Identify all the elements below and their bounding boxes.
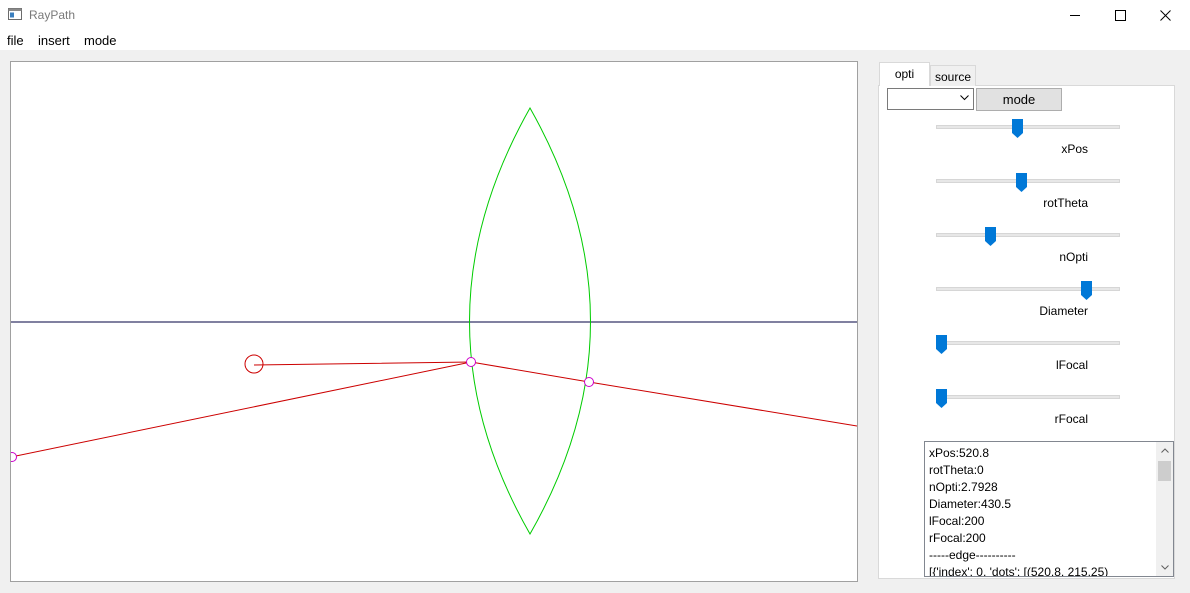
- close-button[interactable]: [1142, 0, 1188, 30]
- scroll-thumb[interactable]: [1158, 461, 1171, 481]
- minimize-icon: [1069, 14, 1080, 16]
- slider-label-rFocal: rFocal: [1054, 412, 1088, 426]
- scroll-down-button[interactable]: [1156, 559, 1173, 576]
- slider-label-lFocal: lFocal: [1055, 358, 1088, 372]
- slider-thumb-nOpti[interactable]: [985, 227, 997, 246]
- menu-insert[interactable]: insert: [38, 33, 70, 48]
- chevron-down-icon: [1160, 565, 1169, 570]
- scroll-up-button[interactable]: [1156, 442, 1173, 459]
- canvas-drawing: [11, 106, 857, 536]
- menu-mode[interactable]: mode: [84, 33, 117, 48]
- slider-thumb-xPos[interactable]: [1012, 119, 1024, 138]
- tab-source[interactable]: source: [930, 65, 976, 86]
- slider-track-lFocal[interactable]: [936, 341, 1120, 345]
- mode-button[interactable]: mode: [976, 88, 1062, 111]
- info-line: -----edge----------: [929, 548, 1016, 562]
- info-line: Diameter:430.5: [929, 497, 1012, 511]
- lens-shape[interactable]: [469, 106, 591, 536]
- slider-track-xPos[interactable]: [936, 125, 1120, 129]
- intersection-dot: [466, 357, 476, 367]
- slider-track-Diameter[interactable]: [936, 287, 1120, 291]
- slider-label-xPos: xPos: [1061, 142, 1088, 156]
- menu-file[interactable]: file: [7, 33, 24, 48]
- light-source-marker[interactable]: [244, 354, 264, 374]
- info-line: xPos:520.8: [929, 446, 990, 460]
- info-line: lFocal:200: [929, 514, 985, 528]
- info-line: rFocal:200: [929, 531, 986, 545]
- ray-path-reflected: [11, 361, 472, 458]
- maximize-button[interactable]: [1097, 0, 1143, 30]
- intersection-dot: [11, 452, 17, 462]
- info-line: [{'index': 0, 'dots': [(520.8, 215.25): [929, 565, 1109, 577]
- minimize-button[interactable]: [1052, 0, 1098, 30]
- info-textbox[interactable]: xPos:520.8 rotTheta:0 nOpti:2.7928 Diameter…: [924, 441, 1174, 577]
- slider-thumb-lFocal[interactable]: [936, 335, 947, 354]
- info-line: rotTheta:0: [929, 463, 984, 477]
- maximize-icon: [1114, 9, 1126, 21]
- info-lines: xPos:520.8 rotTheta:0 nOpti:2.7928 Diameter…: [929, 445, 1157, 577]
- slider-thumb-Diameter[interactable]: [1081, 281, 1093, 300]
- title-bar: RayPath: [0, 0, 1190, 30]
- bottom-edge: [0, 586, 1190, 593]
- slider-label-Diameter: Diameter: [1039, 304, 1088, 318]
- optics-canvas[interactable]: [10, 61, 858, 582]
- window-title: RayPath: [29, 8, 76, 22]
- tab-opti[interactable]: opti: [879, 62, 930, 86]
- slider-label-nOpti: nOpti: [1059, 250, 1088, 264]
- slider-thumb-rotTheta[interactable]: [1016, 173, 1028, 192]
- slider-thumb-rFocal[interactable]: [936, 389, 947, 408]
- slider-track-rotTheta[interactable]: [936, 179, 1120, 183]
- intersection-dot: [584, 377, 594, 387]
- chevron-up-icon: [1160, 448, 1169, 453]
- info-scrollbar[interactable]: [1156, 442, 1173, 576]
- slider-track-rFocal[interactable]: [936, 395, 1120, 399]
- close-icon: [1159, 9, 1171, 21]
- app-window-icon: [8, 8, 22, 20]
- menu-bar: file insert mode: [0, 30, 1190, 50]
- slider-label-rotTheta: rotTheta: [1043, 196, 1088, 210]
- slider-track-nOpti[interactable]: [936, 233, 1120, 237]
- ray-path-main: [253, 361, 857, 427]
- chevron-down-icon: [960, 95, 969, 101]
- info-line: nOpti:2.7928: [929, 480, 998, 494]
- optic-select[interactable]: [887, 88, 974, 110]
